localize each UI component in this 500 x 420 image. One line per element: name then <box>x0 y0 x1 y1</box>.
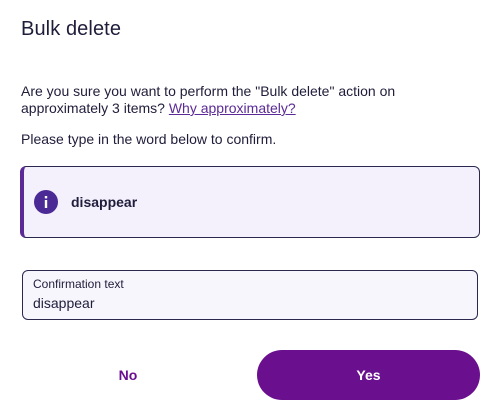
info-icon <box>34 190 58 214</box>
instruction-text: Please type in the word below to confirm… <box>21 131 277 147</box>
confirm-word-info-box: disappear <box>20 166 480 238</box>
yes-button[interactable]: Yes <box>257 350 480 400</box>
confirmation-message: Are you sure you want to perform the "Bu… <box>21 83 481 117</box>
no-button[interactable]: No <box>20 350 236 400</box>
dialog-title: Bulk delete <box>21 18 122 40</box>
bulk-delete-dialog: Bulk delete Are you sure you want to per… <box>0 0 500 420</box>
confirmation-text-field[interactable]: Confirmation text <box>22 270 478 320</box>
why-approximately-link[interactable]: Why approximately? <box>169 100 296 116</box>
confirm-word: disappear <box>71 194 138 210</box>
confirmation-text-input[interactable] <box>33 295 467 311</box>
confirmation-text-label: Confirmation text <box>33 277 124 291</box>
